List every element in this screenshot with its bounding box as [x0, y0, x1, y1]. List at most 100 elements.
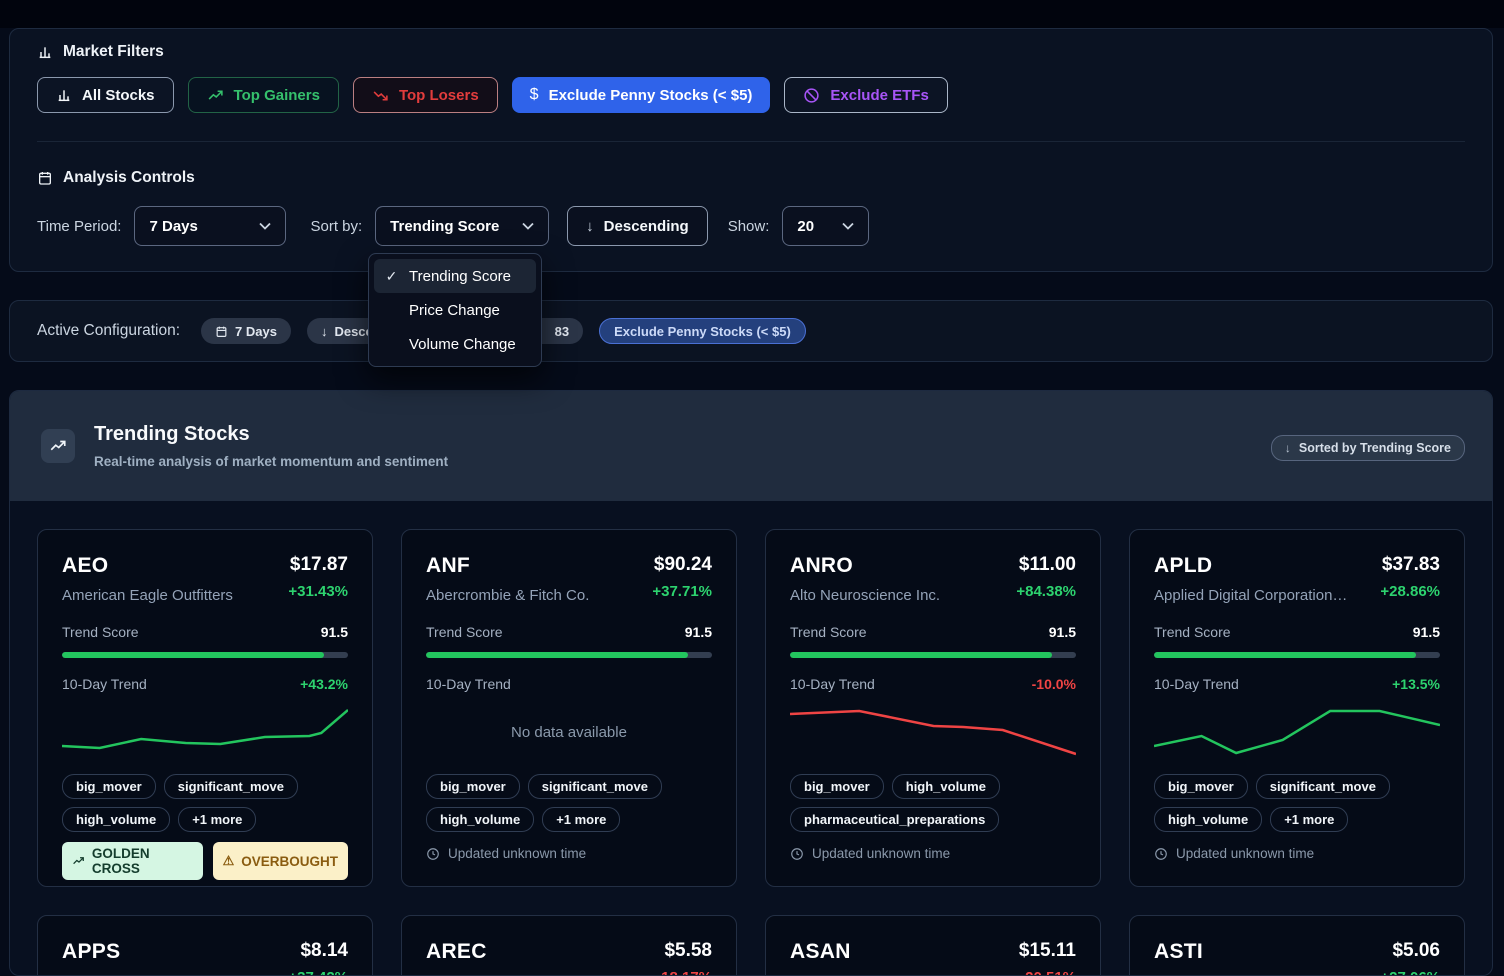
clock-icon: [790, 847, 804, 861]
trend-score-value: 91.5: [1049, 624, 1076, 640]
dropdown-option-label: Trending Score: [409, 268, 511, 285]
exclude-etfs-label: Exclude ETFs: [830, 87, 928, 104]
ten-day-trend-row: 10-Day Trend +13.5%: [1154, 676, 1440, 692]
bar-chart-icon: [56, 87, 72, 103]
card-header: AREC AMERICAN RESOURCES CORP $5.58 -18.1…: [426, 940, 712, 976]
trend-score-label: Trend Score: [62, 624, 139, 640]
price-change: -20.51%: [1019, 969, 1076, 976]
company-name: Abercrombie & Fitch Co.: [426, 587, 589, 604]
stock-card-anro[interactable]: ANRO Alto Neuroscience Inc. $11.00 +84.3…: [765, 529, 1101, 887]
dropdown-option-trending-score[interactable]: ✓ Trending Score: [374, 259, 536, 293]
tag: big_mover: [1154, 774, 1248, 799]
price-change: +31.43%: [288, 583, 348, 600]
ticker: APPS: [62, 940, 170, 964]
market-filters-heading: Market Filters: [37, 43, 164, 61]
chip-label: 83: [555, 324, 569, 339]
stock-card-aeo[interactable]: AEO American Eagle Outfitters $17.87 +31…: [37, 529, 373, 887]
chevron-down-icon: [259, 222, 271, 230]
stock-card-apld[interactable]: APLD Applied Digital Corporation… $37.83…: [1129, 529, 1465, 887]
company-name: Alto Neuroscience Inc.: [790, 587, 940, 604]
top-losers-label: Top Losers: [399, 87, 479, 104]
all-stocks-button[interactable]: All Stocks: [37, 77, 174, 113]
tag-more: +1 more: [542, 807, 620, 832]
price: $5.58: [656, 940, 712, 962]
show-count-select[interactable]: 20: [782, 206, 869, 246]
exclude-penny-stocks-label: Exclude Penny Stocks (< $5): [549, 87, 753, 104]
trend-score-bar-fill: [790, 652, 1052, 658]
trend-score-row: Trend Score 91.5: [1154, 624, 1440, 640]
tag: significant_move: [528, 774, 662, 799]
filter-buttons-row: All Stocks Top Gainers Top Losers $ Excl…: [37, 77, 948, 113]
stock-card-apps[interactable]: APPS Digital Turbine, I $8.14 +37.42%: [37, 915, 373, 976]
card-header: ASAN Asana, Inc. Class A C $15.11 -20.51…: [790, 940, 1076, 976]
trend-score-value: 91.5: [321, 624, 348, 640]
tag: pharmaceutical_preparations: [790, 807, 999, 832]
signal-badges: GOLDEN CROSS ⚠ OVERBOUGHT: [62, 842, 348, 880]
company-name: American Eagle Outfitters: [62, 587, 233, 604]
sort-by-value: Trending Score: [390, 218, 499, 235]
market-filters-title: Market Filters: [63, 43, 164, 61]
active-configuration-label: Active Configuration:: [37, 322, 180, 340]
dropdown-option-price-change[interactable]: Price Change: [374, 293, 536, 327]
price: $8.14: [288, 940, 348, 962]
dropdown-option-label: Volume Change: [409, 336, 516, 353]
exclude-penny-stocks-button[interactable]: $ Exclude Penny Stocks (< $5): [512, 77, 771, 113]
sorted-by-pill: ↓ Sorted by Trending Score: [1271, 435, 1465, 461]
tag-list: big_mover significant_move high_volume +…: [62, 774, 348, 832]
stock-cards-grid: AEO American Eagle Outfitters $17.87 +31…: [37, 529, 1465, 976]
trend-score-bar: [790, 652, 1076, 658]
stock-card-anf[interactable]: ANF Abercrombie & Fitch Co. $90.24 +37.7…: [401, 529, 737, 887]
clock-icon: [1154, 847, 1168, 861]
chevron-down-icon: [842, 222, 854, 230]
trend-score-label: Trend Score: [790, 624, 867, 640]
top-strip: [0, 0, 1504, 28]
stock-card-asti[interactable]: ASTI Ascent Solar Technologies, I $5.06 …: [1129, 915, 1465, 976]
badge-label: OVERBOUGHT: [241, 854, 338, 869]
trend-score-value: 91.5: [685, 624, 712, 640]
ten-day-trend-row: 10-Day Trend +43.2%: [62, 676, 348, 692]
ten-day-trend-label: 10-Day Trend: [426, 676, 511, 692]
tag: significant_move: [164, 774, 298, 799]
tag: big_mover: [62, 774, 156, 799]
card-header: APLD Applied Digital Corporation… $37.83…: [1154, 554, 1440, 604]
analysis-controls-title: Analysis Controls: [63, 169, 195, 187]
top-losers-button[interactable]: Top Losers: [353, 77, 498, 113]
card-header: AEO American Eagle Outfitters $17.87 +31…: [62, 554, 348, 604]
calendar-icon: [37, 170, 53, 186]
tag: high_volume: [62, 807, 170, 832]
trend-score-label: Trend Score: [1154, 624, 1231, 640]
trend-score-label: Trend Score: [426, 624, 503, 640]
ticker: AEO: [62, 554, 233, 578]
price: $90.24: [652, 554, 712, 576]
top-gainers-button[interactable]: Top Gainers: [188, 77, 339, 113]
ban-icon: [803, 87, 820, 104]
sparkline-up: [62, 710, 348, 748]
stock-card-arec[interactable]: AREC AMERICAN RESOURCES CORP $5.58 -18.1…: [401, 915, 737, 976]
ten-day-trend-row: 10-Day Trend: [426, 676, 712, 692]
tag: big_mover: [790, 774, 884, 799]
stock-card-asan[interactable]: ASAN Asana, Inc. Class A C $15.11 -20.51…: [765, 915, 1101, 976]
warning-icon: ⚠: [223, 853, 235, 869]
ten-day-trend-label: 10-Day Trend: [62, 676, 147, 692]
time-period-value: 7 Days: [149, 218, 197, 235]
chip-exclude-penny-stocks: Exclude Penny Stocks (< $5): [599, 318, 806, 344]
exclude-etfs-button[interactable]: Exclude ETFs: [784, 77, 947, 113]
show-label: Show:: [728, 218, 770, 235]
top-gainers-label: Top Gainers: [234, 87, 320, 104]
no-data-message: No data available: [426, 706, 712, 758]
calendar-icon: [215, 325, 228, 338]
sparkline-chart: [790, 706, 1076, 758]
updated-row: Updated unknown time: [790, 846, 1076, 861]
sparkline-up: [1154, 711, 1440, 753]
dropdown-option-volume-change[interactable]: Volume Change: [374, 327, 536, 361]
arrow-down-icon: ↓: [321, 324, 328, 339]
sort-direction-button[interactable]: ↓ Descending: [567, 206, 708, 246]
arrow-down-icon: ↓: [586, 218, 594, 235]
trending-stocks-section: Trending Stocks Real-time analysis of ma…: [9, 390, 1493, 976]
sort-by-select[interactable]: Trending Score: [375, 206, 549, 246]
time-period-select[interactable]: 7 Days: [134, 206, 286, 246]
ticker: APLD: [1154, 554, 1347, 578]
price-change: +84.38%: [1016, 583, 1076, 600]
sparkline-chart: [1154, 706, 1440, 758]
updated-text: Updated unknown time: [812, 846, 950, 861]
